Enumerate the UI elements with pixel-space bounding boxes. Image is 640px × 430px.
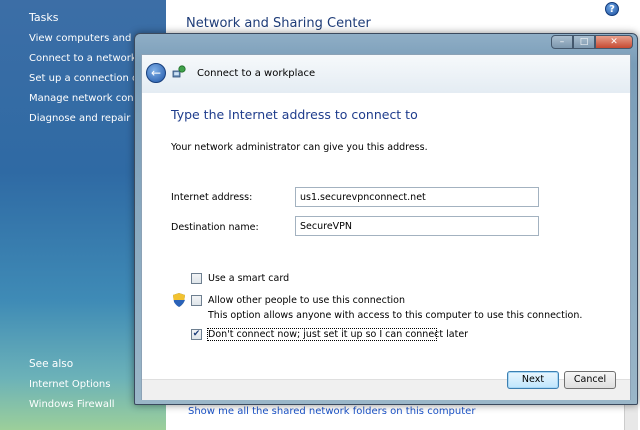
see-also-title: See also (29, 358, 74, 370)
close-button[interactable]: ✕ (595, 35, 633, 49)
internet-address-label: Internet address: (171, 192, 253, 203)
destination-name-input[interactable] (295, 216, 539, 236)
see-also-windows-firewall[interactable]: Windows Firewall (29, 399, 139, 410)
task-manage-connections[interactable]: Manage network connections (29, 93, 139, 104)
task-setup-connection[interactable]: Set up a connection or network (29, 73, 139, 84)
maximize-button[interactable]: □ (573, 35, 595, 49)
wizard-header: ← Connect to a workplace (142, 55, 630, 93)
allow-others-hint: This option allows anyone with access to… (208, 310, 583, 321)
next-button[interactable]: Next (507, 371, 559, 389)
main-instruction: Type the Internet address to connect to (171, 107, 418, 122)
tasks-title: Tasks (29, 11, 59, 24)
shared-folders-link[interactable]: Show me all the shared network folders o… (188, 406, 475, 417)
smart-card-checkbox[interactable] (191, 273, 202, 284)
dont-connect-checkbox[interactable]: ✔ (191, 329, 202, 340)
titlebar-buttons: – □ ✕ (551, 35, 633, 49)
wizard-title: Connect to a workplace (197, 68, 316, 79)
connect-workplace-dialog: – □ ✕ ← Connect to a workplace Type the … (134, 33, 638, 405)
dialog-client-area: ← Connect to a workplace Type the Intern… (141, 54, 631, 400)
see-also-internet-options[interactable]: Internet Options (29, 379, 139, 390)
description-text: Your network administrator can give you … (171, 142, 428, 153)
network-wizard-icon (172, 65, 186, 78)
minimize-button[interactable]: – (551, 35, 573, 49)
cancel-button[interactable]: Cancel (564, 371, 616, 389)
smart-card-label[interactable]: Use a smart card (208, 273, 289, 284)
help-icon[interactable]: ? (605, 2, 619, 16)
task-view-computers[interactable]: View computers and devices (29, 33, 139, 44)
allow-others-label[interactable]: Allow other people to use this connectio… (208, 295, 405, 306)
task-connect-network[interactable]: Connect to a network (29, 53, 139, 64)
dont-connect-label[interactable]: Don't connect now; just set it up so I c… (208, 329, 468, 340)
task-diagnose-repair[interactable]: Diagnose and repair (29, 113, 139, 124)
allow-others-checkbox[interactable] (191, 295, 202, 306)
destination-name-label: Destination name: (171, 222, 259, 233)
internet-address-input[interactable] (295, 187, 539, 207)
uac-shield-icon (173, 293, 185, 307)
back-arrow-icon[interactable]: ← (146, 63, 166, 83)
checkmark-icon: ✔ (192, 329, 201, 339)
bg-window-title: Network and Sharing Center (186, 16, 371, 31)
